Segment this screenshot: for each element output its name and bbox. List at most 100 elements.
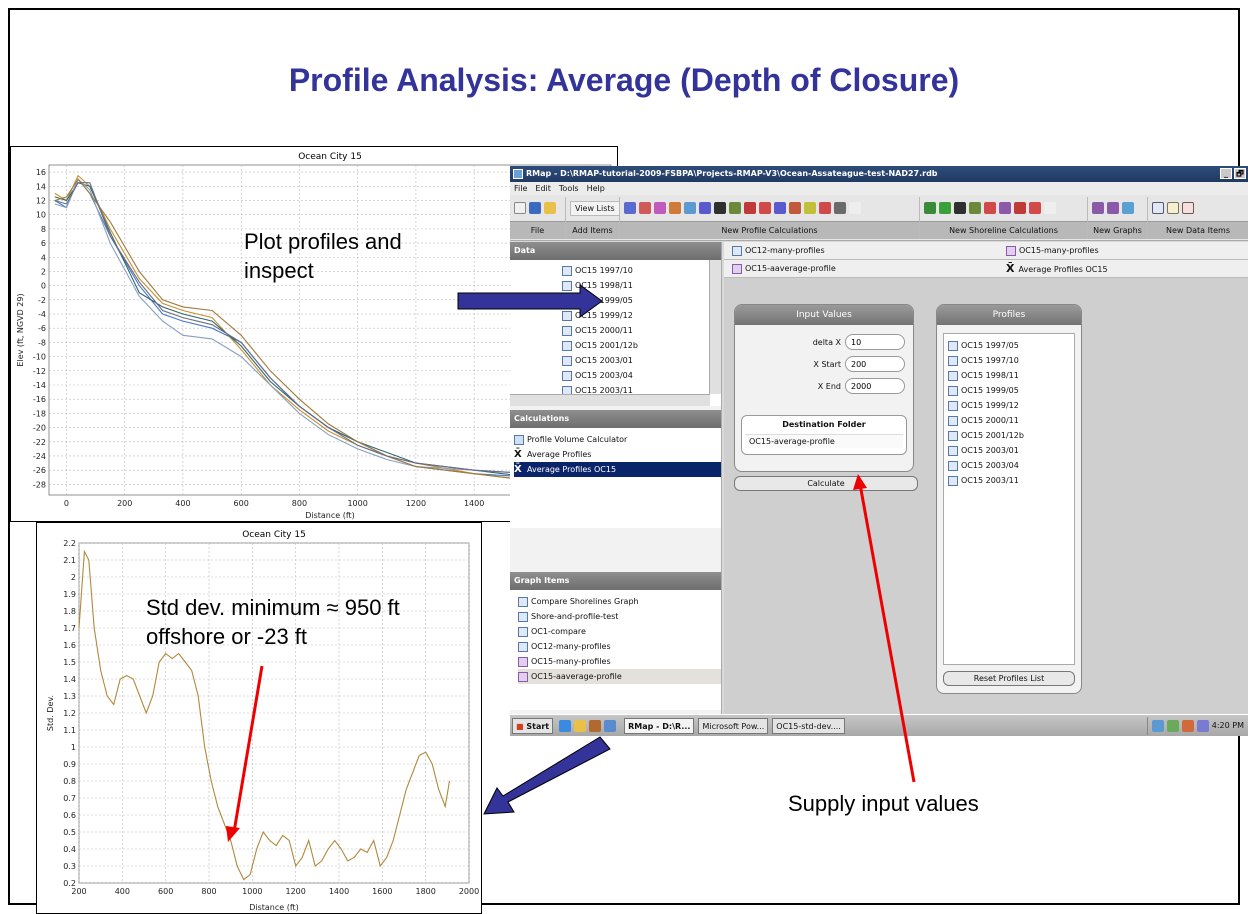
shoreline-calculation-icon[interactable] (1044, 202, 1056, 214)
data-list-item[interactable]: OC15 2001/12b (562, 338, 721, 353)
profile-calculation-icon[interactable] (849, 202, 861, 214)
data-vertical-scrollbar[interactable] (709, 260, 721, 394)
graph-list-item[interactable]: OC15-many-profiles (518, 654, 721, 669)
profile-calculation-icon[interactable] (639, 202, 651, 214)
y-tick-label: 1.9 (63, 590, 76, 599)
open-folder-icon[interactable] (544, 202, 556, 214)
profile-list-item[interactable]: OC15 1999/05 (948, 383, 1070, 398)
shoreline-calculation-icon[interactable] (939, 202, 951, 214)
reset-profiles-list-button[interactable]: Reset Profiles List (943, 671, 1075, 686)
quicklaunch-icon[interactable] (574, 719, 587, 732)
quicklaunch-icon[interactable] (559, 719, 572, 732)
data-item-icon[interactable] (1182, 202, 1194, 214)
calculation-list-item[interactable]: X̄ Average Profiles (514, 447, 721, 462)
graph-list-item[interactable]: OC1-compare (518, 624, 721, 639)
data-horizontal-scrollbar[interactable] (510, 394, 710, 406)
taskbar-button-rmap[interactable]: RMap - D:\R... (624, 717, 695, 734)
window-titlebar[interactable]: RMap - D:\RMAP-tutorial-2009-FSBPA\Proje… (510, 166, 1248, 182)
calculation-list-item[interactable]: X̄ Average Profiles OC15 (514, 462, 721, 477)
tray-icon[interactable] (1181, 719, 1194, 732)
x-start-input[interactable] (845, 356, 905, 372)
profile-calculation-icon[interactable] (834, 202, 846, 214)
profile-list-item[interactable]: OC15 2003/04 (948, 458, 1070, 473)
profile-list-item[interactable]: OC15 1997/10 (948, 353, 1070, 368)
graph-list-item[interactable]: OC12-many-profiles (518, 639, 721, 654)
menu-file[interactable]: File (514, 182, 527, 195)
shoreline-calculation-icon[interactable] (1029, 202, 1041, 214)
graph-icon[interactable] (1092, 202, 1104, 214)
tray-icon[interactable] (1151, 719, 1164, 732)
x-end-input[interactable] (845, 378, 905, 394)
destination-folder-input[interactable]: OC15-average-profile (745, 434, 903, 448)
profile-calculation-icon[interactable] (789, 202, 801, 214)
shoreline-calculation-icon[interactable] (1014, 202, 1026, 214)
new-file-icon[interactable] (514, 202, 526, 214)
graph-list-item[interactable]: Shore-and-profile-test (518, 609, 721, 624)
data-list-item[interactable]: OC15 2003/04 (562, 368, 721, 383)
profile-list-item[interactable]: OC15 1998/11 (948, 368, 1070, 383)
profile-calculation-icon[interactable] (684, 202, 696, 214)
tab-oc12-many-profiles[interactable]: OC12-many-profiles (732, 242, 825, 260)
graph-list-item[interactable]: OC15-aaverage-profile (518, 669, 721, 684)
minimize-button[interactable]: _ (1220, 168, 1232, 179)
destination-folder-header: Destination Folder (782, 420, 866, 429)
menu-tools[interactable]: Tools (559, 182, 579, 195)
data-list-item[interactable]: OC15 1998/11 (562, 278, 721, 293)
shoreline-calculation-icon[interactable] (969, 202, 981, 214)
tab-oc15-aaverage-profile[interactable]: OC15-aaverage-profile (732, 260, 836, 278)
y-tick-label: -22 (33, 438, 46, 447)
tray-icon[interactable] (1166, 719, 1179, 732)
profile-list-item[interactable]: OC15 2003/01 (948, 443, 1070, 458)
profile-calculation-icon[interactable] (714, 202, 726, 214)
taskbar-button-std-dev[interactable]: OC15-std-dev.... (772, 717, 845, 734)
taskbar-button-powerpoint[interactable]: Microsoft Pow... (698, 717, 769, 734)
graph-icon[interactable] (1107, 202, 1119, 214)
tab-oc15-many-profiles[interactable]: OC15-many-profiles (1006, 242, 1099, 260)
graph-icon[interactable] (1122, 202, 1134, 214)
menu-edit[interactable]: Edit (535, 182, 551, 195)
data-list-item[interactable]: OC15 1999/12 (562, 308, 721, 323)
data-item-icon[interactable] (1152, 202, 1164, 214)
shoreline-calculation-icon[interactable] (924, 202, 936, 214)
menu-help[interactable]: Help (587, 182, 605, 195)
save-icon[interactable] (529, 202, 541, 214)
quicklaunch-icon[interactable] (589, 719, 602, 732)
profile-calculation-icon[interactable] (804, 202, 816, 214)
tray-icon[interactable] (1196, 719, 1209, 732)
profile-calculation-icon[interactable] (774, 202, 786, 214)
toolbar-label-profile-calcs: New Profile Calculations (620, 221, 919, 239)
data-list-item[interactable]: OC15 1999/05 (562, 293, 721, 308)
calculation-list-item[interactable]: Profile Volume Calculator (514, 432, 721, 447)
data-item-icon[interactable] (1167, 202, 1179, 214)
toolbar-label-new-data-items: New Data Items (1148, 221, 1248, 239)
profile-calculation-icon[interactable] (699, 202, 711, 214)
start-button[interactable]: ■ Start (512, 717, 554, 734)
delta-x-input[interactable] (845, 334, 905, 350)
shoreline-calculation-icon[interactable] (984, 202, 996, 214)
profile-list-item[interactable]: OC15 1997/05 (948, 338, 1070, 353)
profile-list-item[interactable]: OC15 2003/11 (948, 473, 1070, 488)
profile-list-item[interactable]: OC15 2000/11 (948, 413, 1070, 428)
graph-list-item[interactable]: Compare Shorelines Graph (518, 594, 721, 609)
y-tick-label: 0.6 (63, 811, 76, 820)
shoreline-calculation-icon[interactable] (954, 202, 966, 214)
profile-calculation-icon[interactable] (669, 202, 681, 214)
data-list-item[interactable]: OC15 2003/01 (562, 353, 721, 368)
profile-list-item[interactable]: OC15 2001/12b (948, 428, 1070, 443)
shoreline-calculation-icon[interactable] (999, 202, 1011, 214)
profile-calculation-icon[interactable] (624, 202, 636, 214)
tab-average-profiles-oc15[interactable]: X̄ Average Profiles OC15 (1006, 260, 1108, 279)
data-list-item[interactable]: OC15 2000/11 (562, 323, 721, 338)
restore-button[interactable]: 🗗 (1234, 168, 1246, 179)
profile-calculation-icon[interactable] (759, 202, 771, 214)
view-lists-button[interactable]: View Lists (570, 200, 620, 216)
profile-calculation-icon[interactable] (729, 202, 741, 214)
profile-calculation-icon[interactable] (654, 202, 666, 214)
profile-calculation-icon[interactable] (744, 202, 756, 214)
quicklaunch-icon[interactable] (604, 719, 617, 732)
profile-list-item[interactable]: OC15 1999/12 (948, 398, 1070, 413)
data-list-item[interactable]: OC15 1997/10 (562, 263, 721, 278)
calculate-button[interactable]: Calculate (734, 476, 918, 491)
profile-calculation-icon[interactable] (819, 202, 831, 214)
y-tick-label: 6 (41, 239, 46, 248)
